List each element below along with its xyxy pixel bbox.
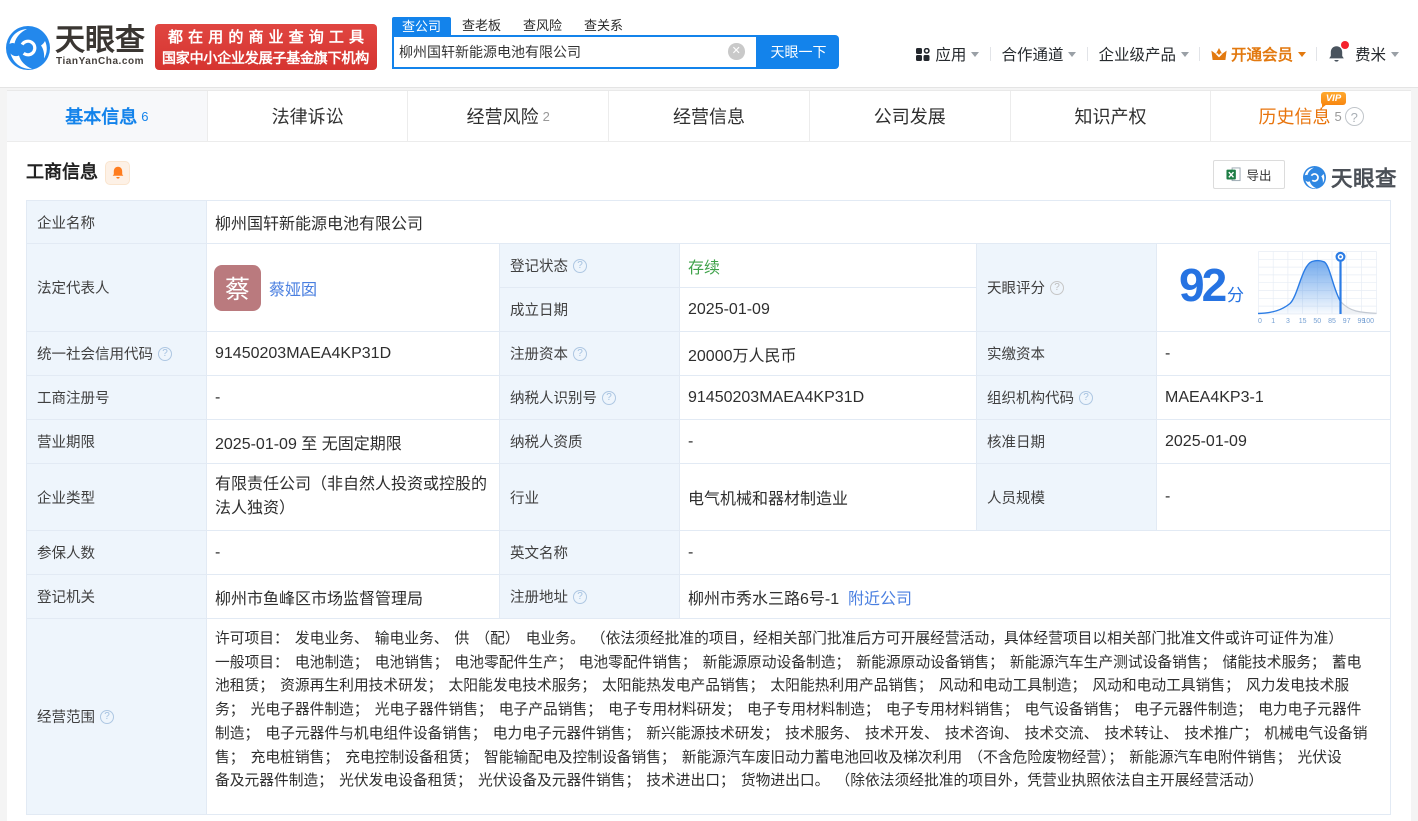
svg-text:1: 1 xyxy=(1271,318,1275,325)
svg-text:50: 50 xyxy=(1313,318,1321,325)
svg-text:15: 15 xyxy=(1299,318,1307,325)
svg-text:0: 0 xyxy=(1258,318,1262,325)
svg-text:3: 3 xyxy=(1286,318,1290,325)
svg-text:85: 85 xyxy=(1328,318,1336,325)
svg-text:97: 97 xyxy=(1343,318,1351,325)
svg-text:100: 100 xyxy=(1362,318,1374,325)
